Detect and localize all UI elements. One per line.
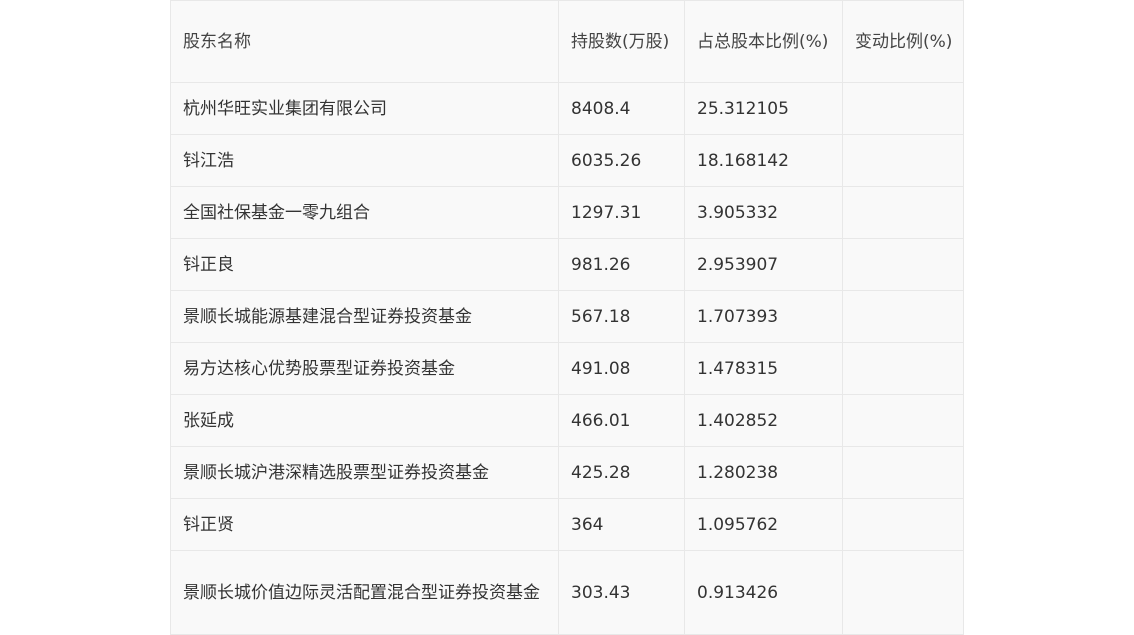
cell-shares: 303.43 xyxy=(558,550,685,635)
cell-name: 钭正贤 xyxy=(170,498,559,551)
cell-name: 易方达核心优势股票型证券投资基金 xyxy=(170,342,559,395)
cell-ratio: 1.402852 xyxy=(684,394,843,447)
table-row: 钭正贤 364 1.095762 xyxy=(170,498,964,551)
cell-change xyxy=(842,394,964,447)
header-ratio: 占总股本比例(%) xyxy=(684,0,843,83)
cell-change xyxy=(842,342,964,395)
header-shareholder-name: 股东名称 xyxy=(170,0,559,83)
table-row: 景顺长城沪港深精选股票型证券投资基金 425.28 1.280238 xyxy=(170,446,964,499)
table-row: 张延成 466.01 1.402852 xyxy=(170,394,964,447)
cell-ratio: 25.312105 xyxy=(684,82,843,135)
table-row: 钭江浩 6035.26 18.168142 xyxy=(170,134,964,187)
cell-change xyxy=(842,550,964,635)
cell-name: 景顺长城能源基建混合型证券投资基金 xyxy=(170,290,559,343)
cell-change xyxy=(842,290,964,343)
cell-ratio: 3.905332 xyxy=(684,186,843,239)
cell-name: 景顺长城沪港深精选股票型证券投资基金 xyxy=(170,446,559,499)
cell-name: 张延成 xyxy=(170,394,559,447)
cell-ratio: 1.095762 xyxy=(684,498,843,551)
cell-name: 杭州华旺实业集团有限公司 xyxy=(170,82,559,135)
cell-shares: 567.18 xyxy=(558,290,685,343)
table-row: 杭州华旺实业集团有限公司 8408.4 25.312105 xyxy=(170,82,964,135)
shareholders-table: 股东名称 持股数(万股) 占总股本比例(%) 变动比例(%) 杭州华旺实业集团有… xyxy=(170,0,964,635)
cell-name: 景顺长城价值边际灵活配置混合型证券投资基金 xyxy=(170,550,559,635)
cell-change xyxy=(842,446,964,499)
cell-ratio: 1.280238 xyxy=(684,446,843,499)
cell-ratio: 1.707393 xyxy=(684,290,843,343)
cell-ratio: 18.168142 xyxy=(684,134,843,187)
cell-ratio: 0.913426 xyxy=(684,550,843,635)
cell-name: 钭正良 xyxy=(170,238,559,291)
table-row: 易方达核心优势股票型证券投资基金 491.08 1.478315 xyxy=(170,342,964,395)
cell-name: 全国社保基金一零九组合 xyxy=(170,186,559,239)
cell-shares: 364 xyxy=(558,498,685,551)
cell-shares: 425.28 xyxy=(558,446,685,499)
cell-change xyxy=(842,498,964,551)
cell-shares: 981.26 xyxy=(558,238,685,291)
header-change: 变动比例(%) xyxy=(842,0,964,83)
table-row: 钭正良 981.26 2.953907 xyxy=(170,238,964,291)
table-row: 景顺长城能源基建混合型证券投资基金 567.18 1.707393 xyxy=(170,290,964,343)
cell-ratio: 1.478315 xyxy=(684,342,843,395)
cell-shares: 466.01 xyxy=(558,394,685,447)
cell-shares: 6035.26 xyxy=(558,134,685,187)
cell-change xyxy=(842,186,964,239)
header-shares: 持股数(万股) xyxy=(558,0,685,83)
cell-name: 钭江浩 xyxy=(170,134,559,187)
table-row: 全国社保基金一零九组合 1297.31 3.905332 xyxy=(170,186,964,239)
cell-shares: 1297.31 xyxy=(558,186,685,239)
table-header-row: 股东名称 持股数(万股) 占总股本比例(%) 变动比例(%) xyxy=(170,0,964,83)
cell-change xyxy=(842,134,964,187)
table-row: 景顺长城价值边际灵活配置混合型证券投资基金 303.43 0.913426 xyxy=(170,550,964,635)
cell-ratio: 2.953907 xyxy=(684,238,843,291)
cell-shares: 491.08 xyxy=(558,342,685,395)
cell-change xyxy=(842,82,964,135)
cell-shares: 8408.4 xyxy=(558,82,685,135)
cell-change xyxy=(842,238,964,291)
